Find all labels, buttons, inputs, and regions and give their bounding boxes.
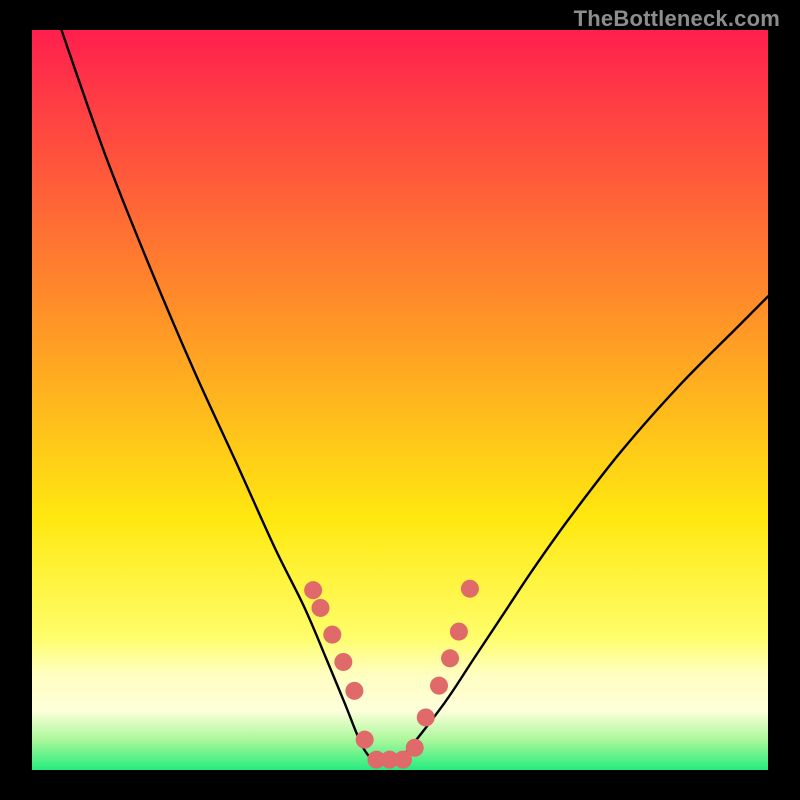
highlight-point [430,677,448,695]
highlight-point [450,623,468,641]
highlight-point [356,731,374,749]
highlight-point [304,581,322,599]
gradient-background [32,30,768,770]
highlight-point [345,682,363,700]
highlight-point [323,626,341,644]
chart-frame: TheBottleneck.com [0,0,800,800]
highlight-point [417,708,435,726]
highlight-point [334,653,352,671]
chart-svg [32,30,768,770]
watermark-text: TheBottleneck.com [574,6,780,32]
highlight-point [312,599,330,617]
highlight-point [461,580,479,598]
highlight-point [441,649,459,667]
plot-area [32,30,768,770]
highlight-point [406,739,424,757]
